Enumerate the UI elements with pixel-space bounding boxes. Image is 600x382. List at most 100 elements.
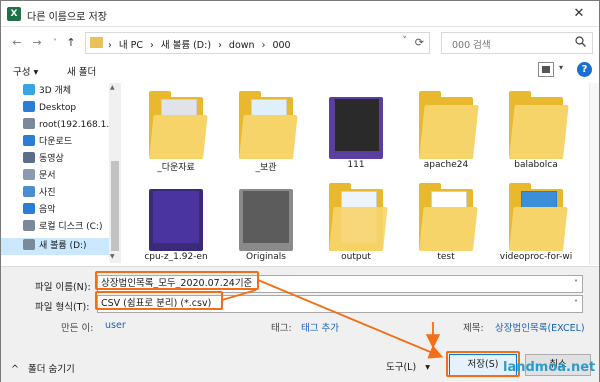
filetype-value: CSV (쉼표로 분리) (*.csv) — [101, 298, 212, 309]
document-icon — [23, 169, 35, 180]
sidebar-item-downloads[interactable]: 다운로드 — [23, 134, 119, 151]
list-item[interactable]: test — [403, 181, 485, 265]
sidebar-item-videos[interactable]: 동영상 — [23, 151, 119, 168]
help-icon[interactable]: ? — [577, 62, 592, 77]
folder-icon — [149, 183, 203, 251]
file-name: test — [437, 252, 455, 262]
sidebar-item-label: Desktop — [39, 103, 77, 113]
video-icon — [23, 152, 35, 163]
sidebar-item-label: root(192.168.1.2 — [39, 120, 115, 130]
chevron-up-icon: ^ — [11, 364, 19, 375]
list-item[interactable]: apache24 — [403, 89, 485, 175]
title-label: 제목: — [463, 323, 484, 334]
breadcrumb-volume-d[interactable]: 새 볼륨 (D:) — [161, 40, 211, 51]
breadcrumb-000[interactable]: 000 — [272, 40, 290, 51]
sidebar-item-local-disk-c[interactable]: 로컬 디스크 (C:) — [23, 219, 119, 236]
folder-icon — [90, 37, 103, 48]
tools-label: 도구(L) — [386, 362, 417, 373]
folder-icon — [509, 91, 569, 159]
navigation-pane[interactable]: 3D 개체 Desktop root(192.168.1.2 다운로드 동영상 … — [1, 83, 121, 263]
scroll-up-icon[interactable]: ▲ — [110, 84, 115, 91]
list-item[interactable]: balabolca — [493, 89, 575, 175]
chevron-down-icon[interactable]: ˅ — [574, 296, 578, 312]
scroll-down-icon[interactable]: ▼ — [110, 253, 115, 260]
filename-input[interactable]: 상장법인목록_모두_2020.07.24기준 ˅ — [97, 275, 583, 293]
breadcrumb-this-pc[interactable]: 내 PC — [119, 40, 143, 51]
recent-locations-button[interactable]: ˅ — [47, 35, 63, 51]
tags-input[interactable]: 태그 추가 — [301, 320, 339, 334]
view-icon[interactable] — [538, 62, 554, 77]
sidebar-item-documents[interactable]: 문서 — [23, 168, 119, 185]
address-dropdown-icon[interactable]: ˅ — [403, 36, 408, 46]
organize-button[interactable]: 구성 ▾ — [13, 64, 38, 78]
close-button[interactable]: ✕ — [559, 1, 599, 27]
disk-icon — [23, 239, 35, 250]
filetype-label: 파일 형식(T): — [35, 302, 90, 313]
sidebar-item-desktop[interactable]: Desktop — [23, 100, 119, 117]
hide-folders-label: 폴더 숨기기 — [28, 364, 75, 375]
file-name: output — [341, 252, 371, 262]
sidebar-item-label: 음악 — [39, 205, 56, 215]
folder-icon — [419, 91, 479, 159]
file-name: _보관 — [255, 163, 277, 173]
network-drive-icon — [23, 118, 35, 129]
sidebar-item-volume-d[interactable]: 새 볼륨 (D:) — [1, 238, 119, 255]
sidebar-item-pictures[interactable]: 사진 — [23, 185, 119, 202]
search-box[interactable]: 000 검색 — [441, 32, 593, 54]
hide-folders-button[interactable]: ^ 폴더 숨기기 — [11, 361, 75, 375]
music-icon — [23, 203, 35, 214]
file-name: cpu-z_1.92-en — [144, 252, 208, 262]
excel-icon: X — [7, 7, 21, 21]
tags-label: 태그: — [271, 323, 292, 334]
title-value[interactable]: 상장법인목록(EXCEL) — [495, 320, 585, 334]
forward-button[interactable]: → — [29, 35, 45, 51]
chevron-down-icon[interactable]: ˅ — [574, 276, 578, 292]
file-name: Originals — [246, 252, 286, 262]
author-value[interactable]: user — [105, 320, 126, 331]
address-bar[interactable]: › 내 PC › 새 볼륨 (D:) › down › 000 ˅ ⟳ — [85, 32, 430, 54]
sidebar-scrollbar-thumb[interactable] — [111, 161, 119, 251]
file-name: 111 — [347, 160, 365, 170]
sidebar-item-3d-objects[interactable]: 3D 개체 — [23, 83, 119, 100]
file-list[interactable]: _다운자료 _보관 111 apache24 balabolca cpu-z_1… — [123, 83, 589, 265]
view-dropdown-icon[interactable]: ▾ — [559, 63, 563, 72]
list-item[interactable]: videoproc-for-wi — [493, 181, 575, 265]
command-bar: 구성 ▾ 새 폴더 ▾ ? — [1, 59, 599, 81]
folder-icon — [329, 91, 383, 159]
desktop-icon — [23, 101, 35, 112]
filetype-select[interactable]: CSV (쉼표로 분리) (*.csv) ˅ — [97, 295, 583, 313]
folder-icon — [419, 183, 478, 251]
save-as-dialog: X 다른 이름으로 저장 ✕ ← → ˅ ↑ › 내 PC › 새 볼륨 (D:… — [0, 0, 600, 382]
tools-button[interactable]: 도구(L) ▾ — [386, 359, 430, 373]
folder-icon — [329, 183, 388, 251]
back-button[interactable]: ← — [9, 35, 25, 51]
folder-icon — [239, 183, 293, 251]
list-item[interactable]: cpu-z_1.92-en — [133, 181, 215, 265]
filename-label: 파일 이름(N): — [35, 282, 91, 293]
up-button[interactable]: ↑ — [63, 35, 79, 51]
breadcrumb-sep: › — [108, 40, 112, 51]
file-name: balabolca — [514, 160, 558, 170]
list-item[interactable]: _보관 — [223, 89, 305, 175]
sidebar-item-label: 새 볼륨 (D:) — [39, 241, 87, 251]
file-name: _다운자료 — [157, 163, 195, 173]
breadcrumb-sep: › — [150, 40, 154, 51]
navigation-bar: ← → ˅ ↑ › 내 PC › 새 볼륨 (D:) › down › 000 … — [1, 27, 599, 59]
sidebar-item-label: 로컬 디스크 (C:) — [39, 222, 103, 232]
search-input[interactable]: 000 검색 — [452, 37, 491, 51]
new-folder-button[interactable]: 새 폴더 — [67, 64, 96, 78]
sidebar-item-label: 다운로드 — [39, 137, 73, 147]
list-item[interactable]: output — [313, 181, 395, 265]
breadcrumb-down[interactable]: down — [229, 40, 255, 51]
sidebar-item-music[interactable]: 음악 — [23, 202, 119, 219]
list-item[interactable]: 111 — [313, 89, 395, 175]
file-list-scrollbar[interactable] — [589, 83, 599, 265]
sidebar-item-network-drive[interactable]: root(192.168.1.2 — [23, 117, 119, 134]
download-icon — [23, 135, 35, 146]
breadcrumb: › 내 PC › 새 볼륨 (D:) › down › 000 — [108, 37, 291, 51]
list-item[interactable]: _다운자료 — [133, 89, 215, 175]
list-item[interactable]: Originals — [223, 181, 305, 265]
dropdown-icon: ▾ — [425, 362, 430, 373]
refresh-icon[interactable]: ⟳ — [415, 36, 424, 49]
disk-icon — [23, 220, 35, 231]
